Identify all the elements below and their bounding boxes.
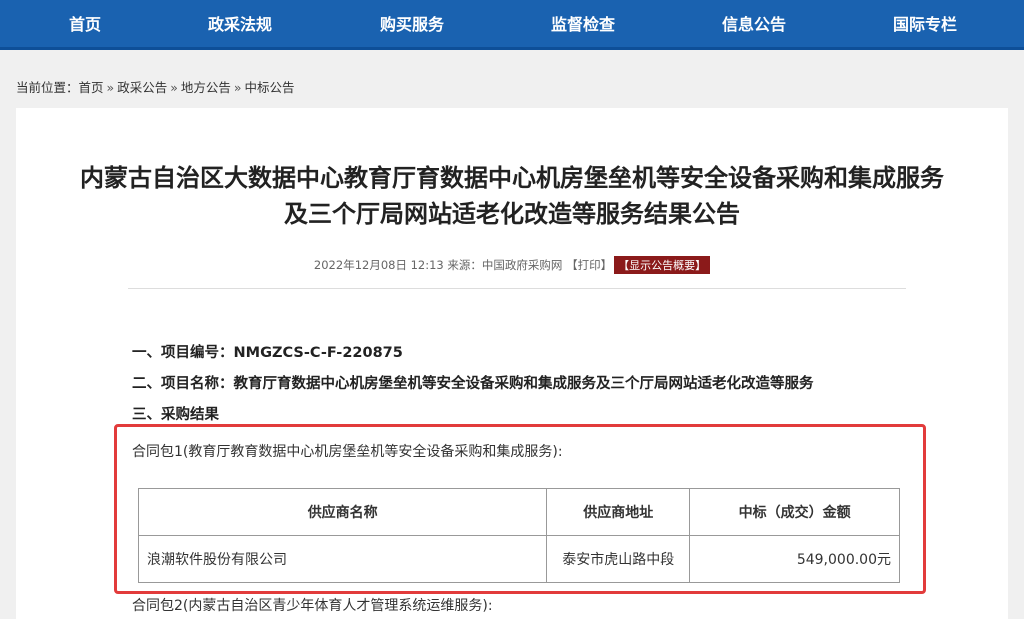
print-link[interactable]: 【打印】 xyxy=(566,258,612,272)
top-navigation: 首页 政采法规 购买服务 监督检查 信息公告 国际专栏 xyxy=(0,0,1024,50)
source-label: 来源： xyxy=(447,258,482,272)
nav-item-regulations[interactable]: 政采法规 xyxy=(180,0,300,50)
breadcrumb-home[interactable]: 首页 xyxy=(79,80,104,95)
breadcrumb-separator: » xyxy=(233,80,242,95)
breadcrumb-separator: » xyxy=(170,80,178,95)
nav-item-supervision[interactable]: 监督检查 xyxy=(523,0,643,50)
show-summary-button[interactable]: 【显示公告概要】 xyxy=(614,256,711,274)
project-number: 一、项目编号：NMGZCS-C-F-220875 xyxy=(132,345,403,361)
nav-item-announcements[interactable]: 信息公告 xyxy=(694,0,814,50)
breadcrumb-separator: » xyxy=(106,80,115,95)
article-title-line1: 内蒙古自治区大数据中心教育厅育数据中心机房堡垒机等安全设备采购和集成服务 xyxy=(80,164,944,192)
article-title: 内蒙古自治区大数据中心教育厅育数据中心机房堡垒机等安全设备采购和集成服务 及三个… xyxy=(16,160,1008,232)
breadcrumb: 当前位置：首页» 政采公告» 地方公告» 中标公告 xyxy=(16,77,295,96)
nav-item-home[interactable]: 首页 xyxy=(25,0,145,50)
breadcrumb-award-announcements[interactable]: 中标公告 xyxy=(245,80,295,95)
article-title-line2: 及三个厅局网站适老化改造等服务结果公告 xyxy=(284,200,740,228)
article-container: 内蒙古自治区大数据中心教育厅育数据中心机房堡垒机等安全设备采购和集成服务 及三个… xyxy=(16,108,1008,619)
nav-item-international[interactable]: 国际专栏 xyxy=(865,0,985,50)
nav-item-purchase-services[interactable]: 购买服务 xyxy=(352,0,472,50)
breadcrumb-prefix: 当前位置： xyxy=(16,80,79,95)
procurement-result-heading: 三、采购结果 xyxy=(132,407,219,423)
title-divider xyxy=(128,288,906,289)
highlight-annotation-box xyxy=(114,424,926,594)
project-name: 二、项目名称：教育厅育数据中心机房堡垒机等安全设备采购和集成服务及三个厅局网站适… xyxy=(132,376,814,392)
article-meta: 2022年12月08日 12:13 来源：中国政府采购网 【打印】 【显示公告概要… xyxy=(16,256,1008,274)
breadcrumb-gov-announcements[interactable]: 政采公告 xyxy=(117,80,167,95)
source-name: 中国政府采购网 xyxy=(481,258,563,272)
breadcrumb-local-announcements[interactable]: 地方公告 xyxy=(181,80,231,95)
contract-package-2: 合同包2(内蒙古自治区青少年体育人才管理系统运维服务): xyxy=(132,598,493,614)
publish-date: 2022年12月08日 12:13 xyxy=(313,258,444,272)
